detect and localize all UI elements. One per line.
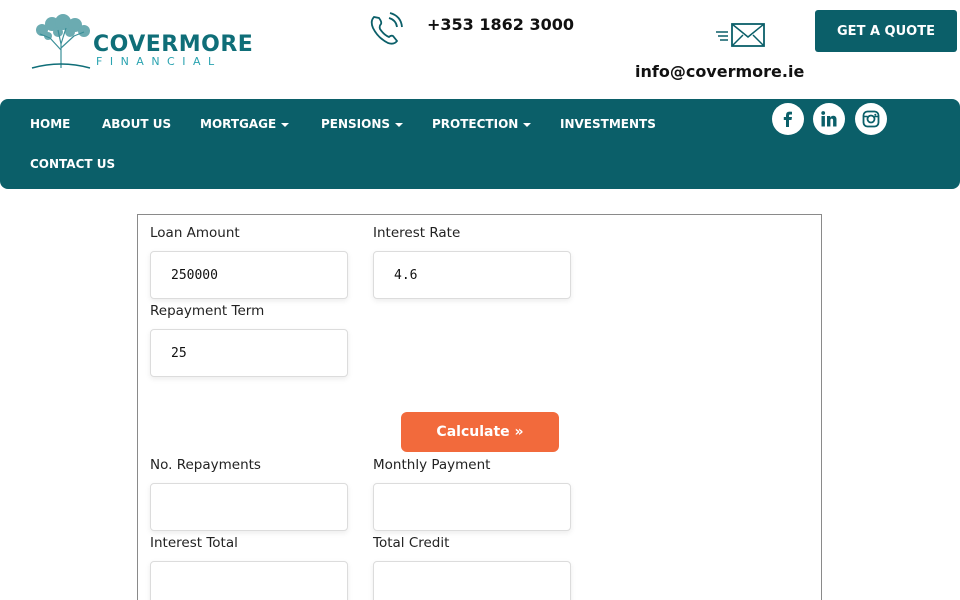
nav-item-label: ABOUT US (102, 117, 172, 131)
nav-item-protection[interactable]: PROTECTION (432, 117, 532, 131)
nav-item-about-us[interactable]: ABOUT US (102, 117, 171, 131)
email-address[interactable]: info@covermore.ie (635, 62, 804, 81)
get-a-quote-button[interactable]: GET A QUOTE (815, 10, 957, 52)
facebook-icon (783, 111, 792, 127)
phone-number[interactable]: +353 1862 3000 (427, 15, 574, 34)
total-credit-label: Total Credit (373, 535, 450, 551)
monthly-payment-output[interactable] (373, 483, 571, 531)
caret-down-icon (395, 122, 404, 127)
total-credit-output[interactable] (373, 561, 571, 600)
nav-item-label: CONTACT US (30, 157, 116, 171)
loan-calculator: Loan Amount Interest Rate Repayment Term… (137, 214, 822, 600)
logo-subtitle: FINANCIAL (96, 55, 222, 68)
phone-icon (370, 12, 403, 45)
caret-down-icon (523, 122, 532, 127)
nav-item-label: MORTGAGE (200, 117, 277, 131)
nav-item-label: PROTECTION (432, 117, 519, 131)
facebook-link[interactable] (772, 103, 804, 135)
nav-item-pensions[interactable]: PENSIONS (321, 117, 404, 131)
loan-amount-label: Loan Amount (150, 225, 240, 241)
loan-amount-input[interactable] (150, 251, 348, 299)
instagram-link[interactable] (855, 103, 887, 135)
nav-item-contact-us[interactable]: CONTACT US (30, 157, 115, 171)
interest-total-label: Interest Total (150, 535, 238, 551)
repayments-label: No. Repayments (150, 457, 261, 473)
envelope-icon (716, 23, 765, 47)
calculate-button[interactable]: Calculate » (401, 412, 559, 452)
nav-item-label: INVESTMENTS (560, 117, 656, 131)
logo-word: COVERMORE (93, 32, 254, 57)
interest-total-output[interactable] (150, 561, 348, 600)
logo[interactable]: COVERMORE FINANCIAL (30, 14, 253, 70)
main-nav: HOME ABOUT US MORTGAGE PENSIONS PROTECTI… (0, 99, 960, 189)
repayment-term-label: Repayment Term (150, 303, 265, 319)
nav-item-mortgage[interactable]: MORTGAGE (200, 117, 290, 131)
interest-rate-label: Interest Rate (373, 225, 461, 241)
nav-item-label: HOME (30, 117, 71, 131)
repayment-term-input[interactable] (150, 329, 348, 377)
repayments-output[interactable] (150, 483, 348, 531)
interest-rate-input[interactable] (373, 251, 571, 299)
tree-logo-icon (31, 14, 91, 69)
linkedin-icon (821, 111, 837, 127)
instagram-icon (862, 110, 880, 128)
linkedin-link[interactable] (813, 103, 845, 135)
nav-item-label: PENSIONS (321, 117, 391, 131)
nav-item-investments[interactable]: INVESTMENTS (560, 117, 656, 131)
monthly-payment-label: Monthly Payment (373, 457, 491, 473)
nav-item-home[interactable]: HOME (30, 117, 70, 131)
caret-down-icon (281, 122, 290, 127)
